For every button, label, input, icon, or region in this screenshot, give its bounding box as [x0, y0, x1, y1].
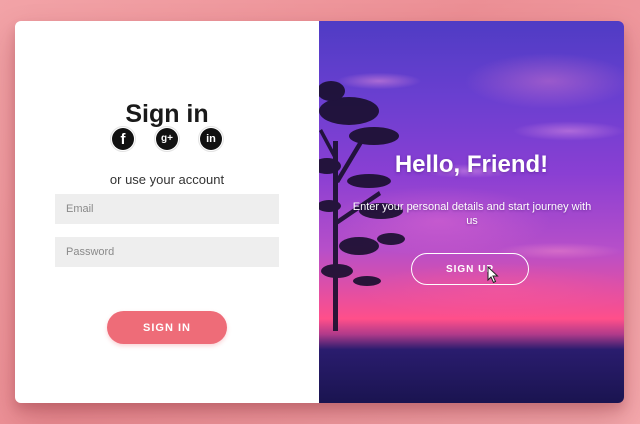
use-account-text: or use your account	[109, 172, 225, 187]
sign-up-button[interactable]: SIGN UP	[411, 253, 529, 285]
password-field[interactable]	[55, 237, 279, 267]
auth-card: Sign in f g+ in or use your account SIGN…	[15, 21, 624, 403]
welcome-overlay-panel: Hello, Friend! Enter your personal detai…	[319, 21, 624, 403]
linkedin-button[interactable]: in	[198, 126, 224, 152]
welcome-title: Hello, Friend!	[394, 151, 549, 178]
google-plus-icon: g+	[156, 128, 178, 150]
signin-title: Sign in	[125, 100, 209, 128]
email-field[interactable]	[55, 194, 279, 224]
linkedin-icon: in	[200, 128, 222, 150]
sign-in-button[interactable]: SIGN IN	[107, 311, 227, 344]
social-buttons: f g+ in	[15, 126, 319, 152]
mouse-cursor-icon	[487, 266, 499, 284]
facebook-icon: f	[112, 128, 134, 150]
facebook-button[interactable]: f	[110, 126, 136, 152]
welcome-description: Enter your personal details and start jo…	[352, 201, 592, 227]
google-plus-button[interactable]: g+	[154, 126, 180, 152]
signin-panel: Sign in f g+ in or use your account SIGN…	[15, 21, 319, 403]
